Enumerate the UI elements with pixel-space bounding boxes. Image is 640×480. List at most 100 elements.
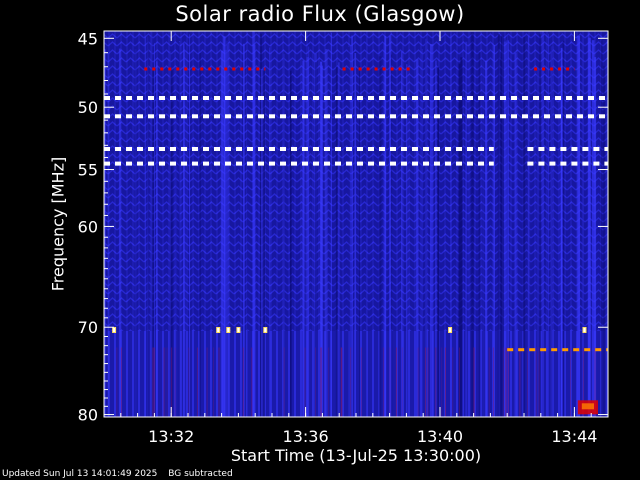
- band-dash: [401, 114, 407, 119]
- band-dash: [571, 161, 578, 166]
- band-dash: [604, 161, 608, 166]
- noise-streak: [164, 347, 166, 417]
- noise-streak: [437, 67, 440, 417]
- band-dash: [555, 96, 561, 100]
- band-dash: [181, 96, 187, 100]
- band-dash: [240, 67, 244, 71]
- band-dash: [604, 147, 608, 151]
- noise-streak: [548, 33, 549, 417]
- band-dash: [335, 147, 341, 151]
- band-dash: [152, 67, 156, 71]
- noise-streak: [527, 347, 528, 417]
- band-dash: [302, 161, 308, 166]
- band-dash: [549, 147, 556, 151]
- noise-streak: [560, 65, 563, 417]
- band-dash: [170, 161, 176, 166]
- y-tick-label: 60: [78, 217, 98, 236]
- noise-streak: [304, 347, 306, 417]
- band-dash: [518, 348, 525, 352]
- band-dash: [390, 114, 396, 119]
- band-dash: [159, 114, 165, 119]
- band-dash: [126, 96, 132, 100]
- band-dash: [374, 67, 378, 71]
- band-dash: [159, 147, 165, 151]
- band-dash: [529, 348, 536, 352]
- band-dash: [423, 96, 429, 100]
- noise-streak: [328, 347, 330, 417]
- band-dash: [236, 147, 242, 151]
- x-tick-label: 13:32: [148, 427, 194, 446]
- y-tick-label: 80: [78, 406, 98, 425]
- band-dash: [104, 147, 110, 151]
- burst-patch-core: [581, 403, 594, 410]
- band-dash: [582, 147, 589, 151]
- band-dash: [500, 96, 506, 100]
- noise-streak: [118, 48, 121, 417]
- noise-streak: [485, 60, 487, 417]
- band-dash: [588, 114, 594, 119]
- band-dash: [137, 161, 143, 166]
- band-dash: [467, 161, 473, 166]
- band-dash: [247, 147, 253, 151]
- band-dash: [335, 96, 341, 100]
- band-dash: [566, 114, 572, 119]
- band-dash: [538, 161, 545, 166]
- noise-streak: [493, 347, 494, 417]
- band-dash: [566, 67, 570, 71]
- noise-streak: [335, 66, 338, 417]
- noise-streak: [348, 47, 350, 417]
- band-dash: [560, 161, 567, 166]
- band-dash: [456, 147, 462, 151]
- band-dash: [225, 114, 231, 119]
- band-dash: [434, 114, 440, 119]
- noise-streak: [503, 347, 504, 417]
- noise-streak: [562, 40, 565, 417]
- noise-streak: [361, 347, 362, 417]
- band-dash: [192, 161, 198, 166]
- x-tick-label: 13:36: [283, 427, 329, 446]
- band-dash: [456, 96, 462, 100]
- noise-streak: [378, 56, 382, 417]
- noise-streak: [603, 65, 605, 417]
- band-dash: [577, 114, 583, 119]
- noise-streak: [152, 347, 154, 417]
- band-dash: [291, 147, 297, 151]
- band-dash: [181, 114, 187, 119]
- band-dash: [313, 161, 319, 166]
- band-dash: [170, 147, 176, 151]
- band-dash: [534, 67, 538, 71]
- band-dash: [549, 161, 556, 166]
- band-dash: [346, 161, 352, 166]
- band-dash: [232, 67, 236, 71]
- noise-streak: [188, 347, 190, 417]
- band-dash: [540, 348, 547, 352]
- band-dash: [214, 114, 220, 119]
- noise-streak: [389, 347, 391, 417]
- band-dash: [357, 147, 363, 151]
- y-tick-label: 55: [78, 161, 98, 180]
- noise-streak: [220, 50, 223, 417]
- band-dash: [313, 147, 319, 151]
- noise-streak: [500, 57, 502, 417]
- band-dash: [126, 161, 132, 166]
- noise-streak: [441, 347, 443, 417]
- band-dash: [544, 96, 550, 100]
- noise-streak: [588, 37, 591, 417]
- band-dash: [412, 114, 418, 119]
- noise-streak: [171, 347, 173, 417]
- noise-streak: [156, 61, 158, 417]
- band-dash: [379, 161, 385, 166]
- band-dash: [500, 114, 506, 119]
- noise-streak: [315, 347, 316, 417]
- plot-area: [104, 31, 608, 417]
- band-dash: [456, 161, 462, 166]
- band-dash: [203, 114, 209, 119]
- band-dash: [342, 67, 346, 71]
- noise-streak: [535, 347, 537, 417]
- band-dash: [280, 96, 286, 100]
- band-dash: [478, 96, 484, 100]
- band-dash: [324, 161, 330, 166]
- band-dash: [434, 161, 440, 166]
- noise-streak: [425, 347, 426, 417]
- band-dash: [115, 147, 121, 151]
